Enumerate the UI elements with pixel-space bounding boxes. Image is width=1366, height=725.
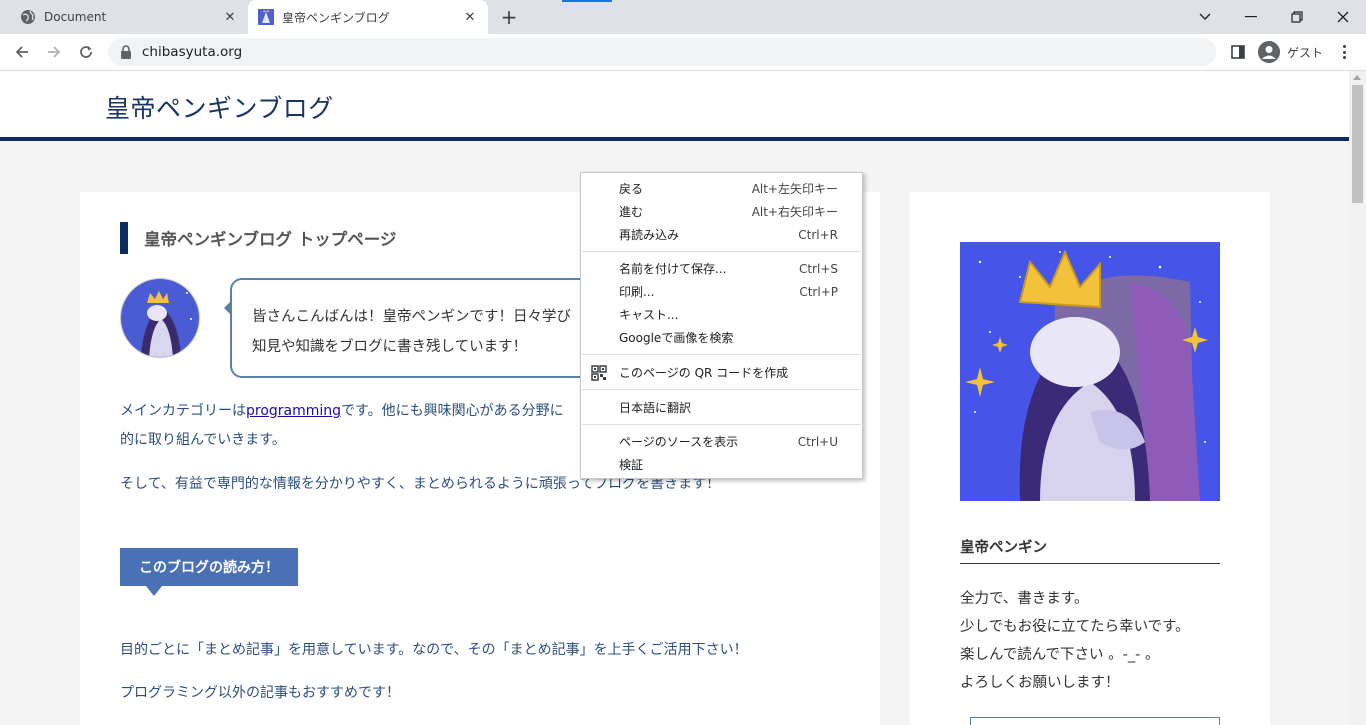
menu-item-label: このページの QR コードを作成 — [619, 366, 789, 380]
menu-item-search-image[interactable]: Googleで画像を検索 — [581, 326, 862, 349]
menu-item-label: 日本語に翻訳 — [619, 401, 692, 415]
menu-item-label: 戻る — [619, 182, 644, 196]
menu-separator — [582, 354, 861, 355]
summary-paragraph: 目的ごとに「まとめ記事」を用意しています。なので、その「まとめ記事」を上手くご活… — [120, 642, 748, 658]
menu-item-shortcut: Alt+左矢印キー — [751, 182, 838, 196]
menu-item-view-source[interactable]: ページのソースを表示 Ctrl+U — [581, 430, 862, 453]
menu-item-label: キャスト... — [619, 308, 679, 322]
page-heading: 皇帝ペンギンブログ トップページ — [120, 222, 396, 254]
site-title[interactable]: 皇帝ペンギンブログ — [105, 89, 334, 125]
forward-arrow-icon[interactable] — [40, 38, 68, 66]
menu-item-label: 印刷... — [619, 285, 655, 299]
scroll-up-arrow-icon[interactable] — [1353, 75, 1361, 80]
menu-item-label: 再読み込み — [619, 228, 680, 242]
menu-item-label: 名前を付けて保存... — [619, 262, 727, 276]
tab-blog[interactable]: 皇帝ペンギンブログ ✕ — [248, 0, 488, 34]
author-bio: 全力で、書きます。 少しでもお役に立てたら幸いです。 楽しんで読んで下さい 。-… — [960, 585, 1190, 697]
menu-item-qr-code[interactable]: このページの QR コードを作成 — [581, 361, 862, 384]
menu-item-label: 進む — [619, 205, 644, 219]
minimize-icon[interactable] — [1228, 0, 1274, 34]
close-tab-icon[interactable]: ✕ — [462, 9, 478, 25]
url-text: chibasyuta.org — [142, 44, 243, 60]
reload-icon[interactable] — [72, 38, 100, 66]
address-bar[interactable]: chibasyuta.org — [108, 38, 1216, 66]
close-tab-icon[interactable]: ✕ — [222, 9, 238, 25]
context-menu: 戻る Alt+左矢印キー 進む Alt+右矢印キー 再読み込み Ctrl+R 名… — [580, 172, 863, 479]
penguin-illustration — [960, 242, 1220, 501]
menu-item-translate[interactable]: 日本語に翻訳 — [581, 396, 862, 419]
author-avatar — [120, 278, 200, 358]
menu-item-cast[interactable]: キャスト... — [581, 303, 862, 326]
site-header: 皇帝ペンギンブログ — [0, 71, 1349, 141]
menu-item-label: 検証 — [619, 458, 644, 472]
menu-item-shortcut: Ctrl+R — [798, 227, 838, 242]
tab-search-icon[interactable] — [1182, 0, 1228, 34]
author-name: 皇帝ペンギン — [960, 532, 1220, 564]
sidebar-box — [970, 717, 1220, 725]
sidebar-profile: 皇帝ペンギン 全力で、書きます。 少しでもお役に立てたら幸いです。 楽しんで読ん… — [910, 192, 1270, 725]
globe-icon — [20, 9, 36, 25]
menu-separator — [582, 389, 861, 390]
restore-icon[interactable] — [1274, 0, 1320, 34]
tab-bar: Document ✕ 皇帝ペンギンブログ ✕ + — [0, 0, 1366, 34]
menu-item-shortcut: Ctrl+U — [797, 434, 838, 449]
profile-label: ゲスト — [1287, 45, 1324, 60]
programming-link[interactable]: programming — [246, 403, 341, 419]
menu-item-shortcut: Alt+右矢印キー — [751, 205, 838, 219]
intro-text: 的に取り組んでいきます。 — [120, 432, 286, 448]
browser-toolbar: chibasyuta.org ゲスト — [0, 34, 1366, 71]
bio-line: 少しでもお役に立てたら幸いです。 — [960, 619, 1190, 635]
menu-item-reload[interactable]: 再読み込み Ctrl+R — [581, 223, 862, 246]
menu-item-label: Googleで画像を検索 — [619, 331, 734, 345]
menu-item-print[interactable]: 印刷... Ctrl+P — [581, 280, 862, 303]
back-arrow-icon[interactable] — [8, 38, 36, 66]
tab-title: 皇帝ペンギンブログ — [282, 10, 390, 25]
menu-item-label: ページのソースを表示 — [619, 435, 739, 449]
tab-title: Document — [44, 10, 107, 24]
bio-line: 全力で、書きます。 — [960, 591, 1089, 607]
side-panel-icon[interactable] — [1228, 42, 1248, 62]
penguin-favicon-icon — [258, 9, 274, 25]
menu-item-forward[interactable]: 進む Alt+右矢印キー — [581, 200, 862, 223]
lock-icon[interactable] — [120, 45, 132, 59]
scrollbar-thumb[interactable] — [1352, 85, 1363, 203]
page-scrollbar[interactable] — [1349, 71, 1366, 725]
how-to-read-label: このブログの読み方！ — [120, 548, 298, 596]
profile-button[interactable]: ゲスト — [1254, 38, 1333, 66]
new-tab-icon[interactable]: + — [498, 5, 520, 29]
intro-text: です。他にも興味関心がある分野に — [341, 403, 564, 419]
bio-line: 楽しんで読んで下さい 。-_- 。 — [960, 647, 1160, 663]
close-window-icon[interactable] — [1320, 0, 1366, 34]
menu-item-shortcut: Ctrl+S — [798, 261, 838, 276]
menu-separator — [582, 424, 861, 425]
intro-text: メインカテゴリーは — [120, 403, 246, 419]
menu-separator — [582, 251, 861, 252]
menu-item-shortcut: Ctrl+P — [799, 284, 838, 299]
guest-avatar-icon — [1258, 41, 1280, 63]
qr-code-icon — [591, 364, 607, 381]
tab-strip-accent — [562, 0, 612, 2]
chrome-menu-icon[interactable] — [1336, 42, 1352, 62]
bio-line: よろしくお願いします！ — [960, 675, 1120, 691]
tab-document[interactable]: Document ✕ — [8, 0, 248, 34]
menu-item-inspect[interactable]: 検証 — [581, 453, 862, 476]
menu-item-back[interactable]: 戻る Alt+左矢印キー — [581, 177, 862, 200]
menu-item-save-as[interactable]: 名前を付けて保存... Ctrl+S — [581, 257, 862, 280]
recommend-paragraph: プログラミング以外の記事もおすすめです！ — [120, 685, 400, 701]
